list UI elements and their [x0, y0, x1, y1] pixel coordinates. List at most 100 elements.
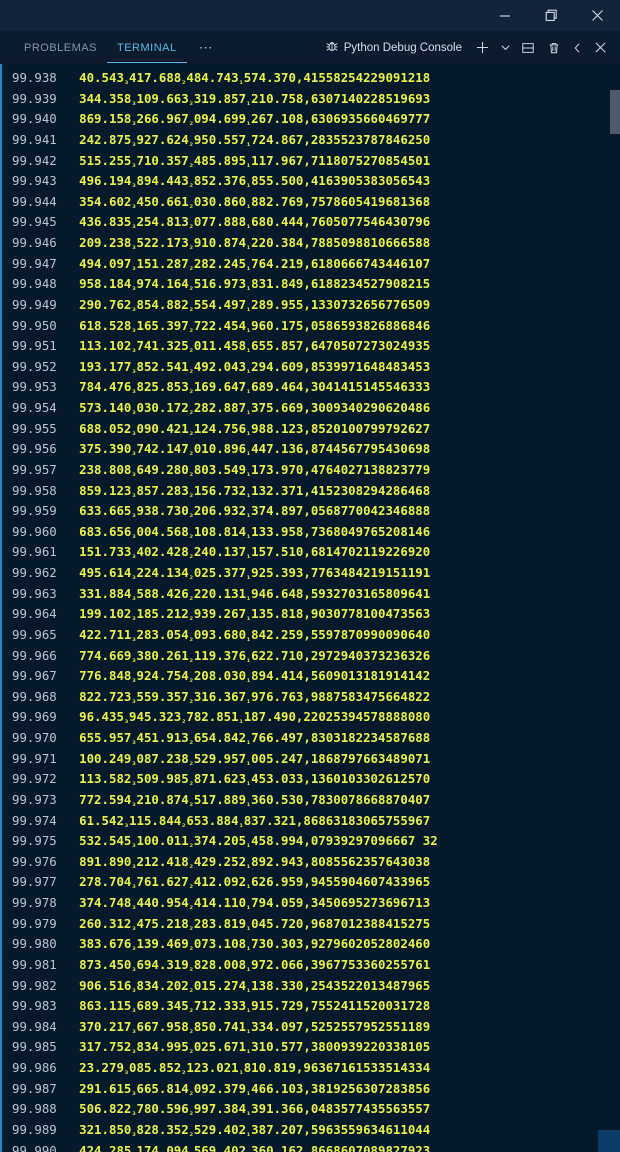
terminal-line: 99.979 260.312₃475.218₂283.819₁045.720,9…	[12, 916, 620, 937]
line-index: 99.962	[12, 565, 80, 580]
line-value: 96.435₃945.323₂782.851₁187.490,220253945…	[79, 709, 431, 727]
line-index: 99.944	[12, 193, 80, 209]
digit-separator: ₁	[246, 922, 252, 933]
line-value: 633.665₃938.730₂206.932₁374.897,05687700…	[79, 503, 431, 521]
digit-separator: ₂	[188, 510, 194, 521]
line-index: 99.961	[12, 544, 80, 560]
line-index: 99.956	[12, 441, 80, 457]
line-index: 99.975	[12, 833, 80, 849]
vscode-window: PROBLEMAS TERMINAL ⋯ Python Debug Consol…	[0, 0, 620, 1152]
line-index: 99.939	[12, 90, 80, 106]
bug-icon	[325, 39, 339, 56]
terminal-scrollbar-thumb[interactable]	[610, 90, 620, 134]
digit-separator: ₃	[131, 324, 137, 335]
digit-separator: ₃	[131, 922, 137, 933]
line-value: 532.545₃100.011₂374.205₁458.994,07939297…	[79, 833, 438, 851]
chevron-left-icon[interactable]	[568, 36, 586, 60]
digit-separator: ₃	[131, 778, 137, 789]
digit-separator: ₃	[131, 1108, 137, 1119]
line-index: 99.960	[12, 523, 80, 539]
line-index: 99.941	[12, 131, 80, 147]
terminal-line: 99.953 784.476₃825.853₂169.647₁689.464,3…	[12, 379, 620, 400]
minimize-button[interactable]	[482, 0, 528, 31]
trash-icon[interactable]	[542, 36, 566, 60]
terminal-line: 99.967 776.848₃924.754₂208.030₁894.414,5…	[12, 668, 620, 689]
chevron-down-icon[interactable]	[496, 36, 514, 60]
panel-overflow-label: ⋯	[198, 39, 215, 55]
digit-separator: ₂	[188, 200, 194, 211]
tab-problemas[interactable]: PROBLEMAS	[14, 32, 107, 63]
terminal-line: 99.940 869.158₃266.967₂094.699₁267.108,6…	[12, 111, 620, 132]
line-value: 151.733₃402.428₂240.137₁157.510,68147021…	[79, 544, 431, 562]
line-value: 23.279₃085.852₂123.021₁810.819,963671615…	[79, 1060, 431, 1077]
digit-separator: ₃	[131, 737, 137, 747]
terminal-line: 99.964 199.102₃185.212₂939.267₁135.818,9…	[12, 606, 620, 627]
terminal-line: 99.942 515.255₃710.357₂485.895₁117.967,7…	[12, 153, 620, 174]
line-value: 354.602₃450.661₂030.860₁882.769,75786054…	[79, 193, 431, 211]
line-value: 618.528₃165.397₂722.454₁960.175,05865938…	[79, 317, 431, 335]
digit-separator: ₁	[246, 510, 252, 521]
digit-separator: ₁	[246, 118, 252, 129]
digit-separator: ₂	[188, 860, 194, 871]
terminal-line: 99.973 772.594₃210.874₂517.889₁360.530,7…	[12, 792, 620, 813]
line-index: 99.953	[12, 379, 80, 395]
digit-separator: ₂	[188, 984, 194, 995]
digit-separator: ₃	[131, 902, 137, 912]
line-value: 683.656₃004.568₂108.814₁133.958,73680497…	[79, 523, 431, 541]
digit-separator: ₂	[188, 138, 194, 149]
line-index: 99.990	[12, 1142, 80, 1152]
digit-separator: ₃	[131, 984, 137, 995]
terminal-line: 99.987 291.615₃665.814₂092.379₁466.103,3…	[12, 1081, 620, 1102]
close-panel-button[interactable]	[588, 36, 612, 60]
digit-separator: ₁	[246, 778, 252, 789]
line-index: 99.982	[12, 977, 80, 993]
digit-separator: ₂	[188, 365, 194, 376]
close-button[interactable]	[574, 0, 620, 31]
line-index: 99.988	[12, 1101, 80, 1117]
terminal-line: 99.949 290.762₃854.882₂554.497₁289.955,1…	[12, 297, 620, 318]
digit-separator: ₁	[246, 468, 252, 479]
digit-separator: ₂	[188, 654, 194, 665]
digit-separator: ₂	[188, 613, 194, 624]
terminal-line: 99.976 891.890₃212.418₂429.252₁892.943,8…	[12, 854, 620, 875]
digit-separator: ₂	[188, 592, 194, 603]
split-terminal-button[interactable]	[516, 36, 540, 60]
line-index: 99.981	[12, 956, 80, 972]
active-terminal-entry[interactable]: Python Debug Console	[323, 39, 468, 56]
line-index: 99.955	[12, 420, 80, 436]
line-value: 688.052₃090.421₂124.756₁988.123,85201007…	[79, 420, 431, 438]
line-value: 40.543₃417.688₂484.743₁574.370,415582542…	[79, 70, 431, 87]
digit-separator: ₁	[246, 345, 252, 356]
line-value: 436.835₃254.813₂077.888₁680.444,76050775…	[79, 214, 431, 232]
digit-separator: ₁	[246, 840, 252, 851]
terminal-scrollbar[interactable]	[610, 64, 620, 1152]
restore-button[interactable]	[528, 0, 574, 31]
line-index: 99.963	[12, 585, 80, 601]
digit-separator: ₂	[188, 675, 194, 686]
terminal-line: 99.989 321.850₃828.352₂529.402₁387.207,5…	[12, 1122, 620, 1143]
terminal-line: 99.977 278.704₃761.627₂412.092₁626.959,9…	[12, 874, 620, 895]
active-terminal-label: Python Debug Console	[343, 41, 462, 54]
line-index: 99.958	[12, 482, 80, 498]
line-index: 99.987	[12, 1080, 80, 1096]
line-value: 193.177₃852.541₂492.043₁294.609,85399716…	[79, 358, 431, 376]
new-terminal-button[interactable]	[470, 36, 494, 60]
digit-separator: ₃	[131, 840, 137, 851]
line-index: 99.950	[12, 317, 80, 333]
terminal-line: 99.941 242.875₃927.624₂950.557₁724.867,2…	[12, 132, 620, 153]
digit-separator: ₃	[131, 510, 137, 521]
digit-separator: ₁	[246, 407, 252, 417]
line-index: 99.969	[12, 709, 80, 725]
digit-separator: ₃	[123, 716, 130, 727]
digit-separator: ₁	[246, 1108, 252, 1119]
terminal-output-panel[interactable]: 99.938 40.543₃417.688₂484.743₁574.370,41…	[0, 64, 620, 1152]
digit-separator: ₂	[188, 407, 194, 417]
line-index: 99.965	[12, 626, 80, 642]
digit-separator: ₃	[131, 489, 137, 500]
digit-separator: ₁	[246, 1087, 252, 1098]
tab-terminal[interactable]: TERMINAL	[106, 32, 187, 63]
line-value: 655.957₃451.913₂654.842₁766.497,83031822…	[79, 730, 431, 747]
digit-separator: ₂	[188, 1087, 194, 1098]
line-value: 774.669₃380.261₂119.376₁622.710,29729403…	[79, 647, 431, 665]
panel-overflow-button[interactable]: ⋯	[187, 32, 227, 63]
